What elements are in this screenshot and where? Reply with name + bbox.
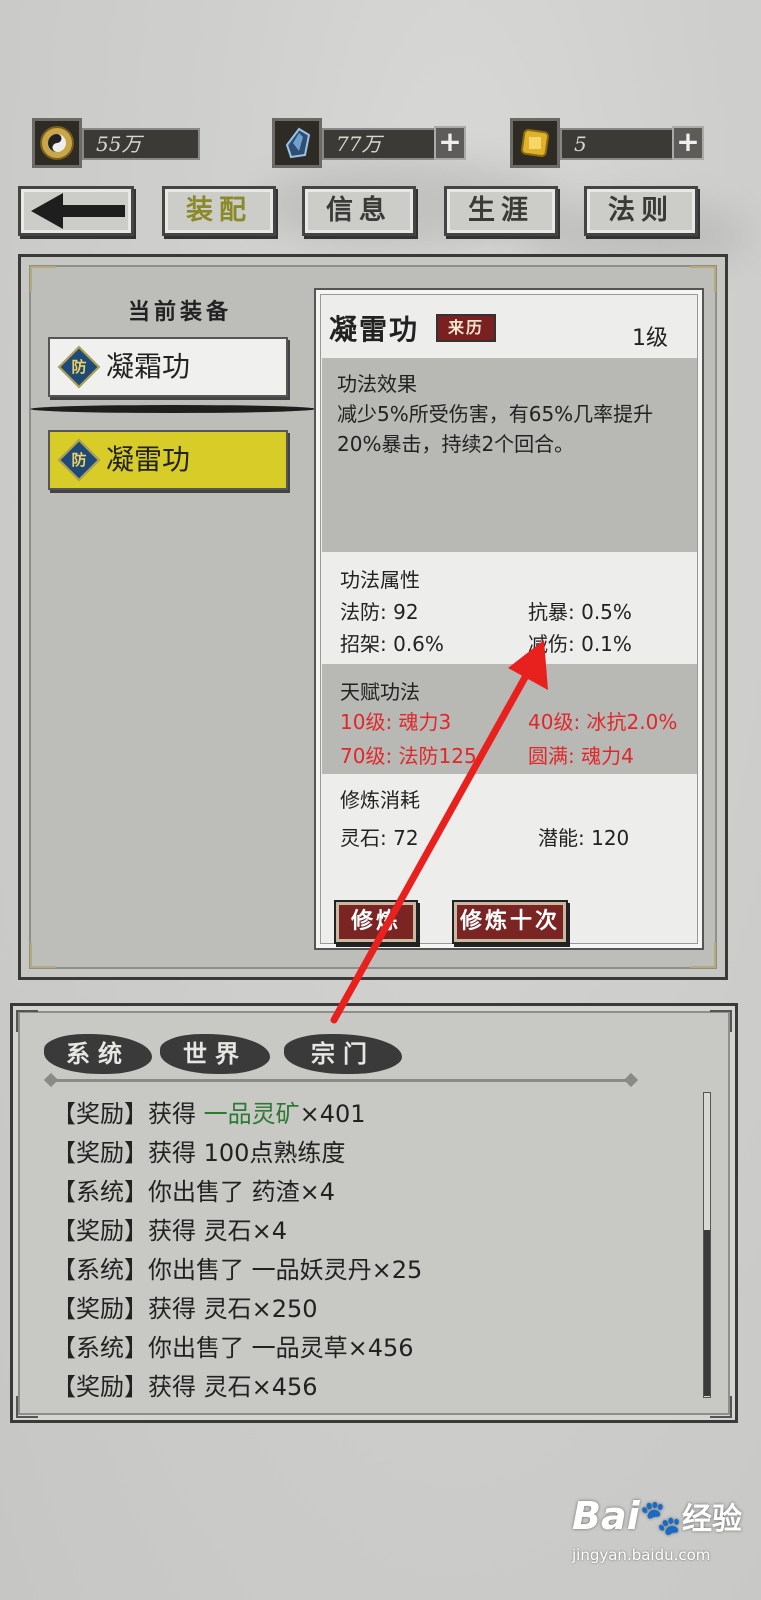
watermark-url: jingyan.baidu.com (572, 1546, 711, 1564)
annotation-arrow (330, 640, 548, 1024)
baidu-watermark: Bai🐾经验 jingyan.baidu.com (572, 1494, 742, 1564)
paw-icon: 🐾 (639, 1498, 682, 1538)
baidu-logo: Bai (572, 1494, 640, 1538)
